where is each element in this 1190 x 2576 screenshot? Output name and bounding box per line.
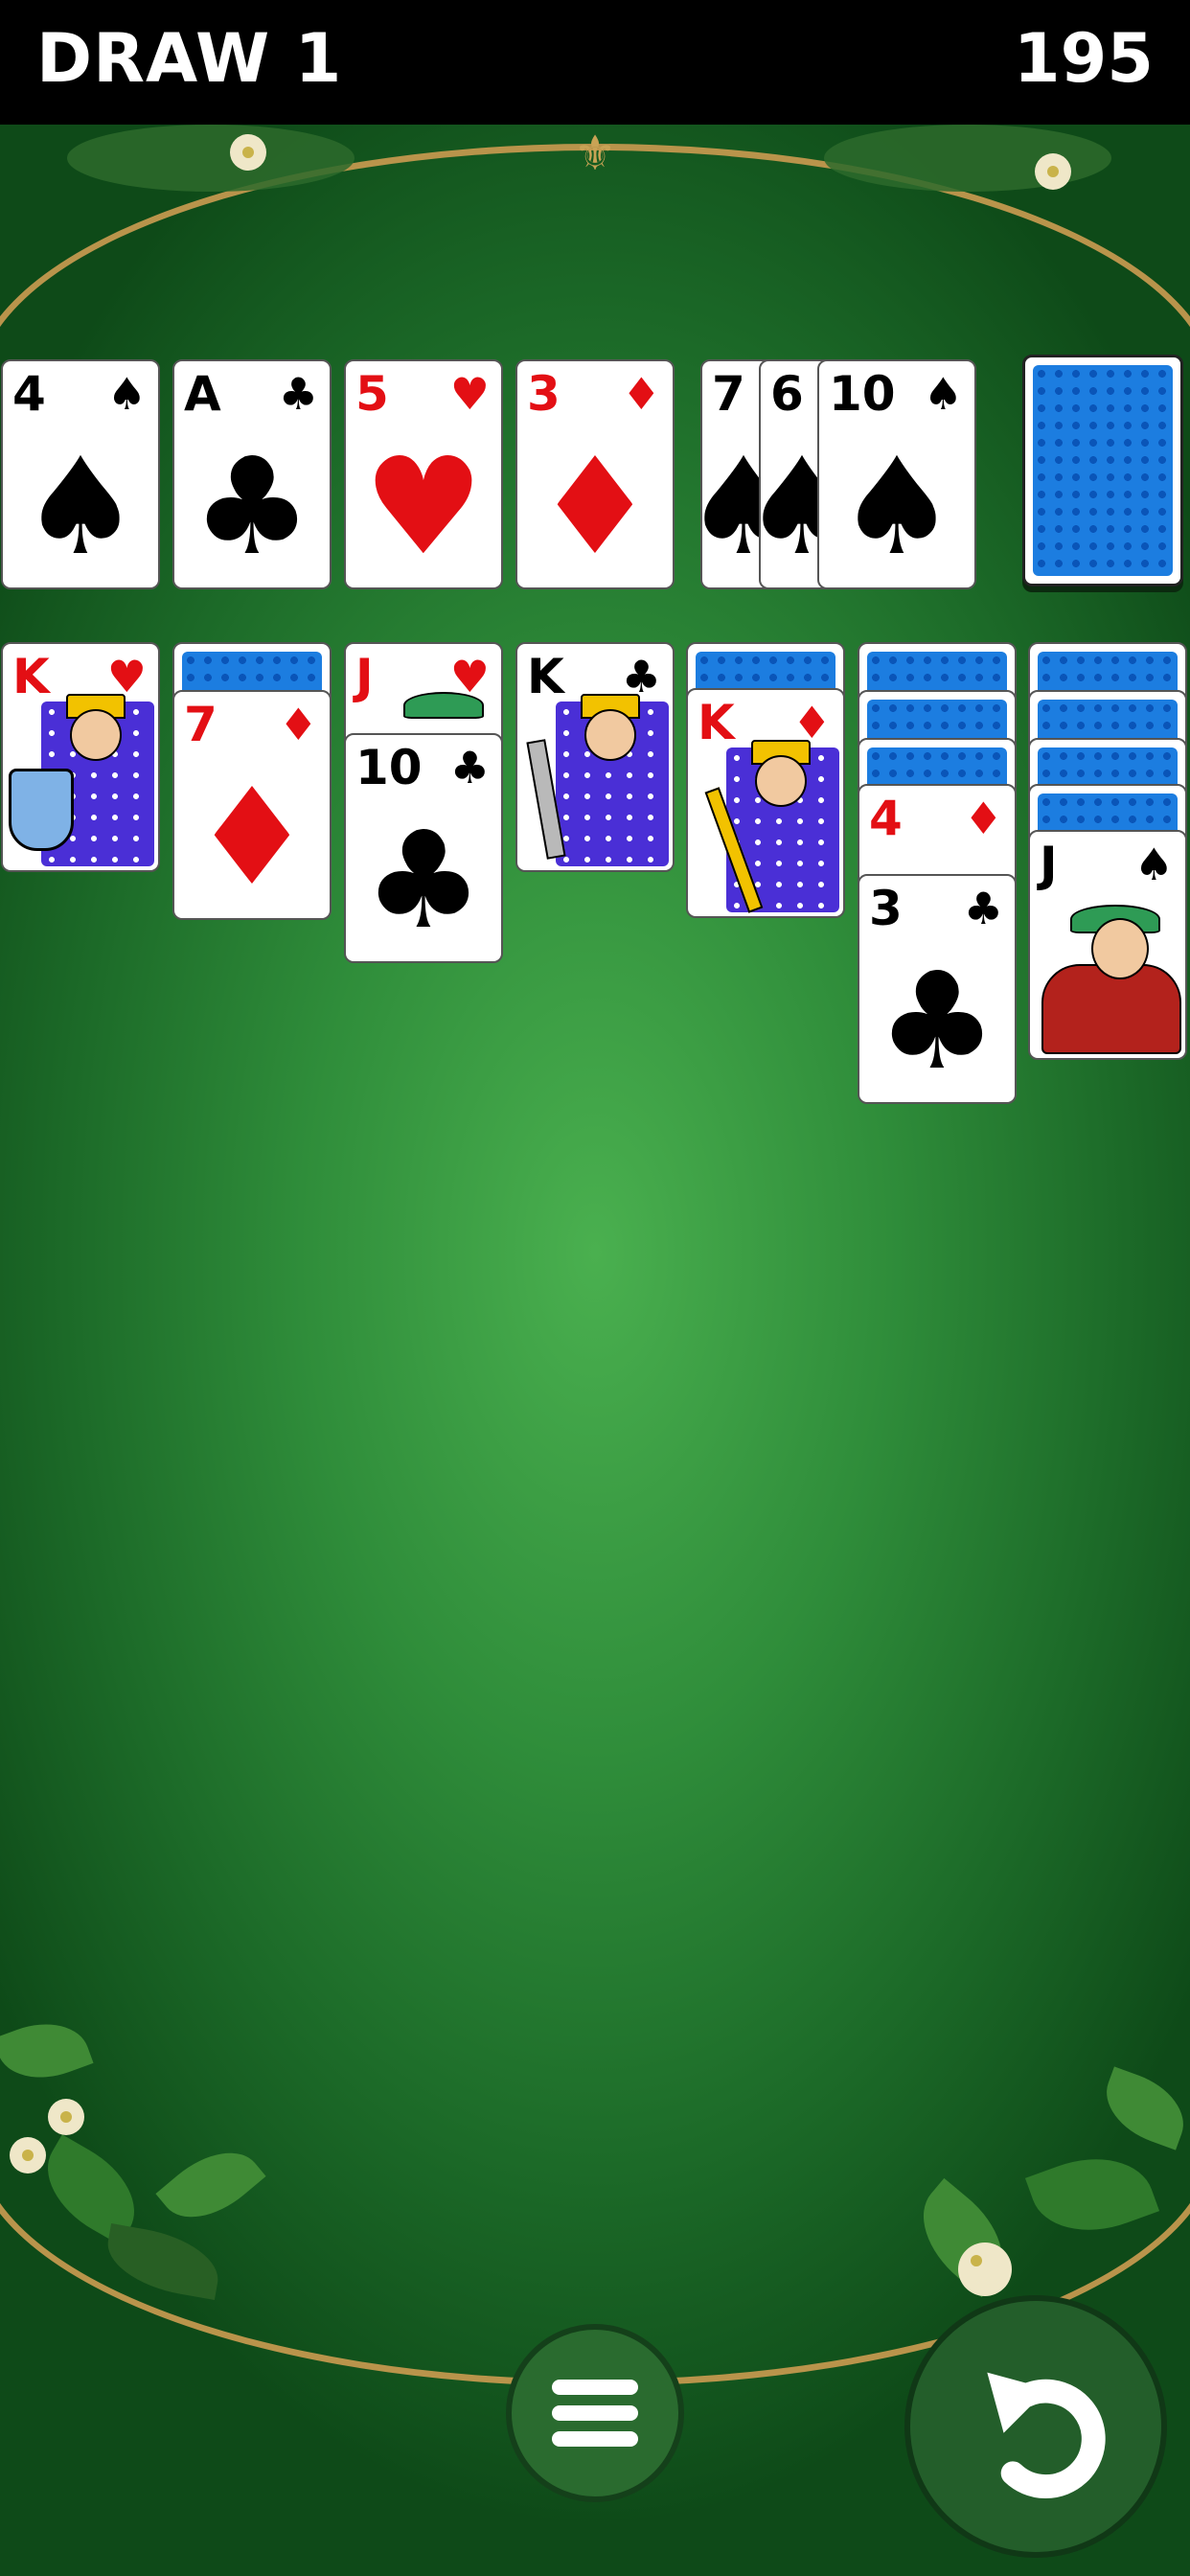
card-rank: K xyxy=(698,695,735,750)
tableau-col-6-card-2[interactable]: 3 ♣ ♣ xyxy=(858,874,1017,1104)
card-suit-small: ♦ xyxy=(621,368,661,420)
waste-card-3[interactable]: 3 ♦ ♦ xyxy=(515,359,675,589)
waste-card-0[interactable]: 4 ♠ ♠ xyxy=(1,359,160,589)
card-rank: 3 xyxy=(869,881,903,936)
card-rank: A xyxy=(184,366,221,422)
card-suit-small: ♥ xyxy=(449,368,490,420)
card-rank: 7 xyxy=(712,366,745,422)
tableau-col-4-card[interactable]: K ♣ xyxy=(515,642,675,872)
card-suit-small: ♠ xyxy=(106,368,147,420)
jack-face xyxy=(1091,918,1149,979)
card-back xyxy=(1033,365,1173,576)
card-rank: K xyxy=(12,649,50,704)
card-suit-large: ♠ xyxy=(20,429,141,586)
card-suit-large: ♥ xyxy=(363,429,484,586)
waste-card-2[interactable]: 5 ♥ ♥ xyxy=(344,359,503,589)
card-suit-small: ♣ xyxy=(278,368,318,420)
card-suit-small: ♣ xyxy=(963,883,1003,934)
score-value: 195 xyxy=(1013,19,1154,98)
shield-icon xyxy=(9,769,74,851)
card-suit-small: ♦ xyxy=(278,699,318,750)
waste-card-top[interactable]: 10 ♠ ♠ xyxy=(817,359,976,589)
card-suit-small: ♠ xyxy=(923,368,963,420)
tableau-col-3-card-2[interactable]: 10 ♣ ♣ xyxy=(344,733,503,963)
top-bar: DRAW 1 195 xyxy=(0,0,1190,125)
card-rank: 6 xyxy=(770,366,804,422)
king-face xyxy=(755,755,807,807)
card-rank: 4 xyxy=(869,791,903,846)
draw-mode-label: DRAW 1 xyxy=(36,19,343,98)
tableau-col-1-card[interactable]: K ♥ xyxy=(1,642,160,872)
undo-button[interactable] xyxy=(904,2295,1167,2558)
card-rank: 7 xyxy=(184,697,217,752)
table-ornament-icon: ⚜ xyxy=(573,126,617,181)
waste-card-1[interactable]: A ♣ ♣ xyxy=(172,359,332,589)
card-suit-large: ♠ xyxy=(836,429,957,586)
card-suit-large: ♣ xyxy=(192,429,312,586)
menu-button[interactable] xyxy=(506,2324,684,2502)
tableau-col-5-card[interactable]: K ♦ xyxy=(686,688,845,918)
jack-hat-icon xyxy=(403,692,484,719)
card-suit-large: ♣ xyxy=(363,803,484,959)
card-rank: 10 xyxy=(355,740,423,795)
card-rank: 5 xyxy=(355,366,389,422)
card-rank: K xyxy=(527,649,564,704)
undo-icon xyxy=(987,2372,1106,2498)
card-rank: J xyxy=(355,649,374,704)
jack-artwork xyxy=(1041,899,1181,1054)
stock-pile[interactable] xyxy=(1022,355,1183,586)
tableau-col-2-card[interactable]: 7 ♦ ♦ xyxy=(172,690,332,920)
card-suit-small: ♣ xyxy=(449,742,490,794)
king-face xyxy=(70,709,122,761)
king-face xyxy=(584,709,636,761)
card-rank: J xyxy=(1040,837,1058,892)
card-suit-small: ♦ xyxy=(963,793,1003,844)
card-suit-large: ♣ xyxy=(877,944,997,1100)
card-rank: 4 xyxy=(12,366,46,422)
card-rank: 3 xyxy=(527,366,561,422)
card-suit-large: ♦ xyxy=(192,760,312,916)
card-suit-small: ♠ xyxy=(1133,839,1174,890)
card-suit-large: ♦ xyxy=(535,429,655,586)
card-rank: 10 xyxy=(829,366,896,422)
tableau-col-7-card[interactable]: J ♠ xyxy=(1028,830,1187,1060)
